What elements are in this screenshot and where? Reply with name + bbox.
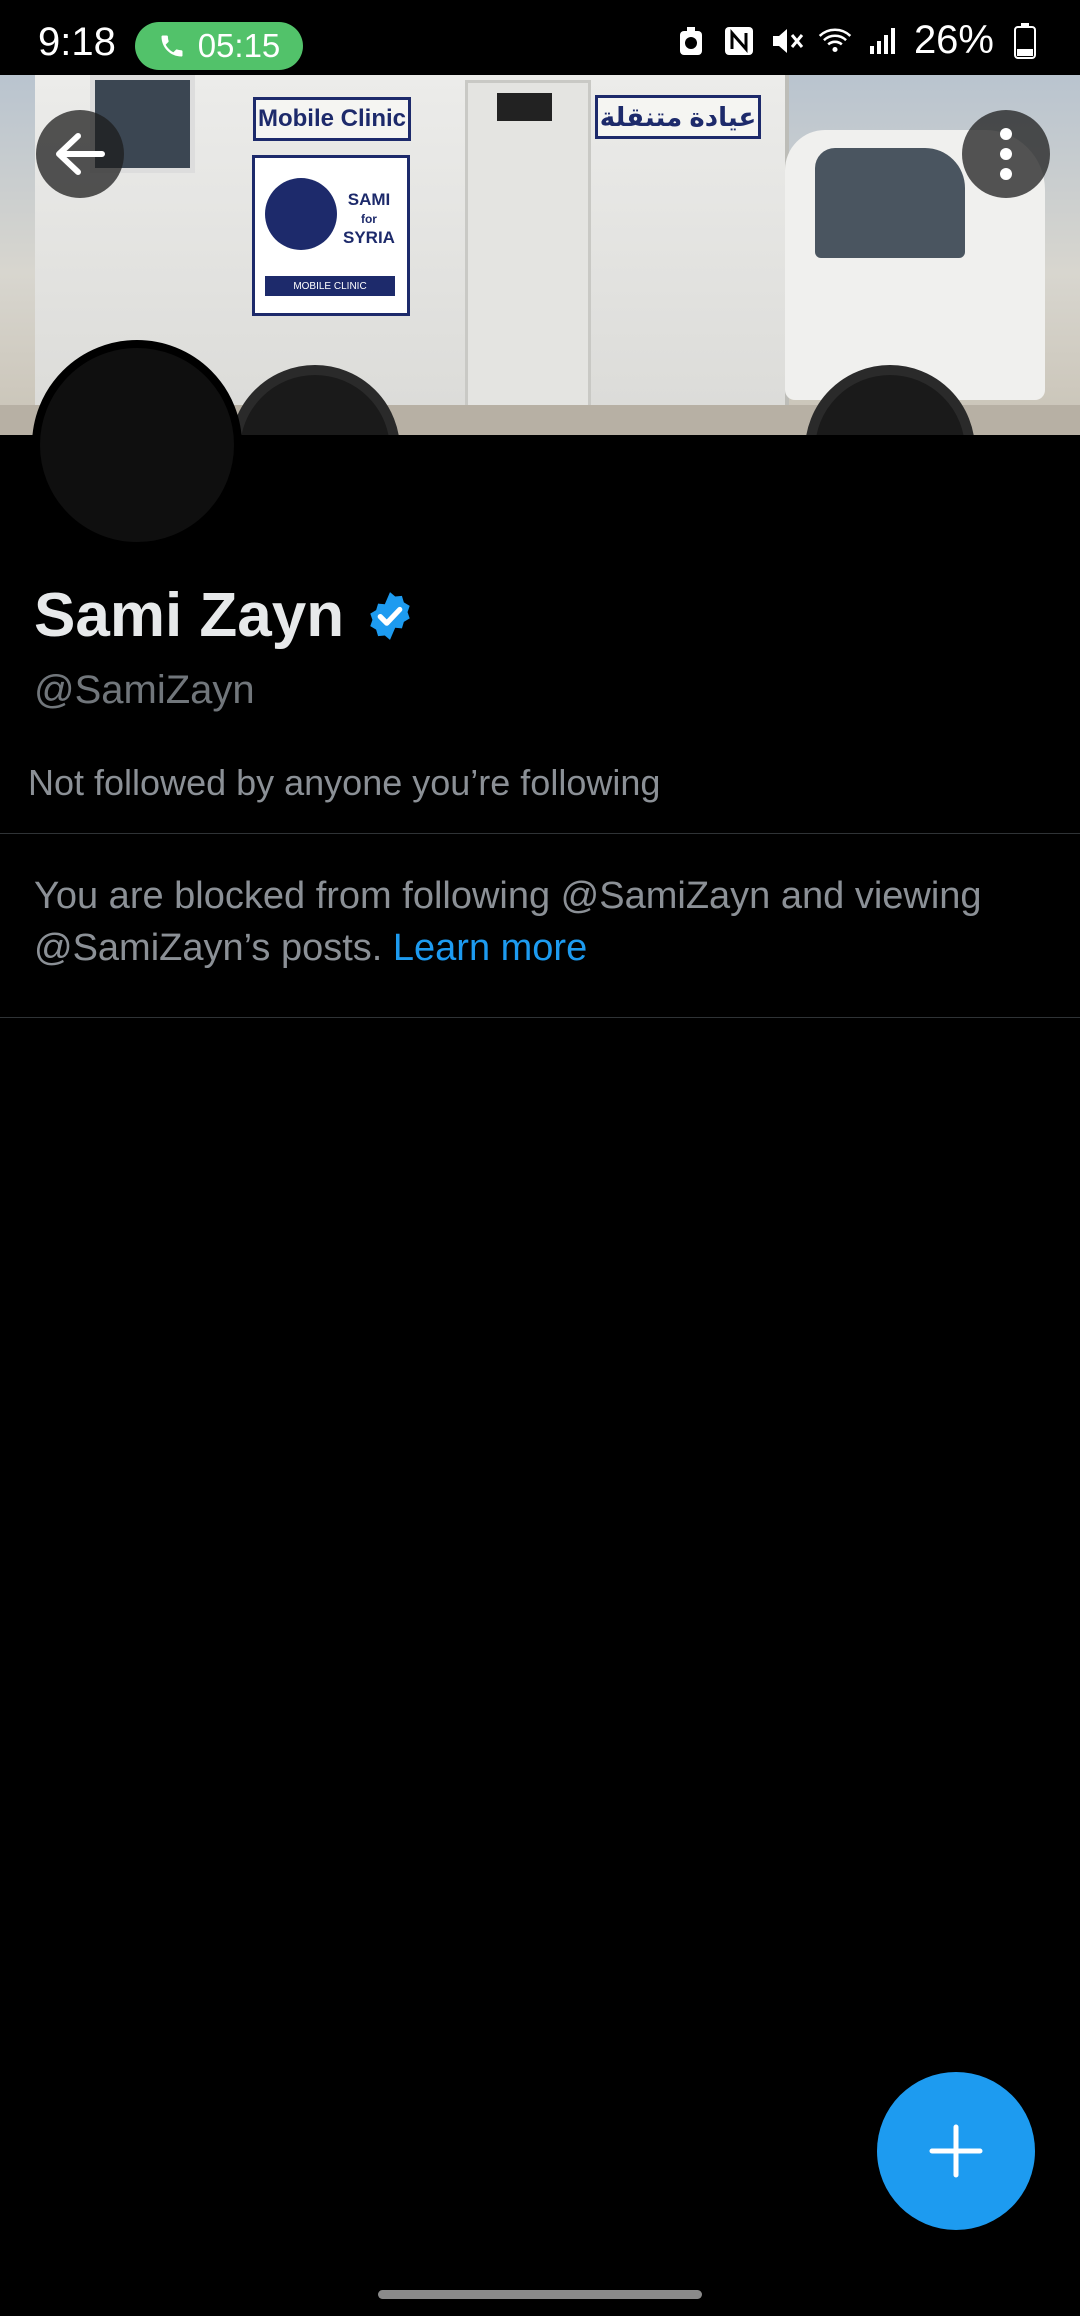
mute-icon <box>770 24 804 58</box>
learn-more-link[interactable]: Learn more <box>393 927 587 969</box>
back-button[interactable] <box>36 110 124 198</box>
profile-name-row: Sami Zayn <box>34 580 416 651</box>
signal-icon <box>866 24 900 58</box>
battery-icon <box>1008 22 1042 59</box>
display-name: Sami Zayn <box>34 581 345 650</box>
sams-logo-sign: SAMI for SYRIA MOBILE CLINIC <box>252 155 410 316</box>
logo-line-for: for <box>360 212 377 226</box>
sams-emblem-icon <box>265 178 337 250</box>
battery-percent: 26% <box>913 18 994 62</box>
more-vertical-icon <box>1000 128 1012 180</box>
divider <box>0 1017 1080 1018</box>
logo-line-syria: SYRIA <box>343 228 395 247</box>
status-icons: 26% <box>674 18 1042 63</box>
truck-door-window <box>497 93 552 121</box>
followed-by-text[interactable]: Not followed by anyone you’re following <box>28 762 660 804</box>
divider <box>0 833 1080 834</box>
home-indicator[interactable] <box>378 2290 702 2299</box>
cab-window <box>815 148 965 258</box>
truck-door <box>465 80 591 411</box>
wifi-icon <box>818 24 852 58</box>
arabic-clinic-sign: عيادة متنقلة <box>595 95 761 139</box>
status-bar: 9:18 05:15 26% <box>0 0 1080 75</box>
call-timer: 05:15 <box>197 27 281 64</box>
logo-bar: MOBILE CLINIC <box>265 276 395 296</box>
more-options-button[interactable] <box>962 110 1050 198</box>
compose-fab-button[interactable] <box>877 2072 1035 2230</box>
profile-handle: @SamiZayn <box>34 668 255 712</box>
nfc-icon <box>722 24 756 58</box>
verified-badge-icon[interactable] <box>364 590 416 642</box>
phone-icon <box>161 35 183 57</box>
mobile-clinic-sign: Mobile Clinic <box>253 97 411 141</box>
logo-line-sami: SAMI <box>347 190 391 209</box>
ongoing-call-pill[interactable]: 05:15 <box>135 22 303 70</box>
blocked-message: You are blocked from following @SamiZayn… <box>34 870 1054 974</box>
profile-avatar[interactable] <box>32 340 242 550</box>
plus-icon <box>929 2124 983 2178</box>
status-time: 9:18 <box>38 20 116 64</box>
profile-screen: 9:18 05:15 26% Mobile Clinic SAMI for SY… <box>0 0 1080 2316</box>
arrow-left-icon <box>56 133 105 175</box>
recycle-icon <box>674 24 708 58</box>
